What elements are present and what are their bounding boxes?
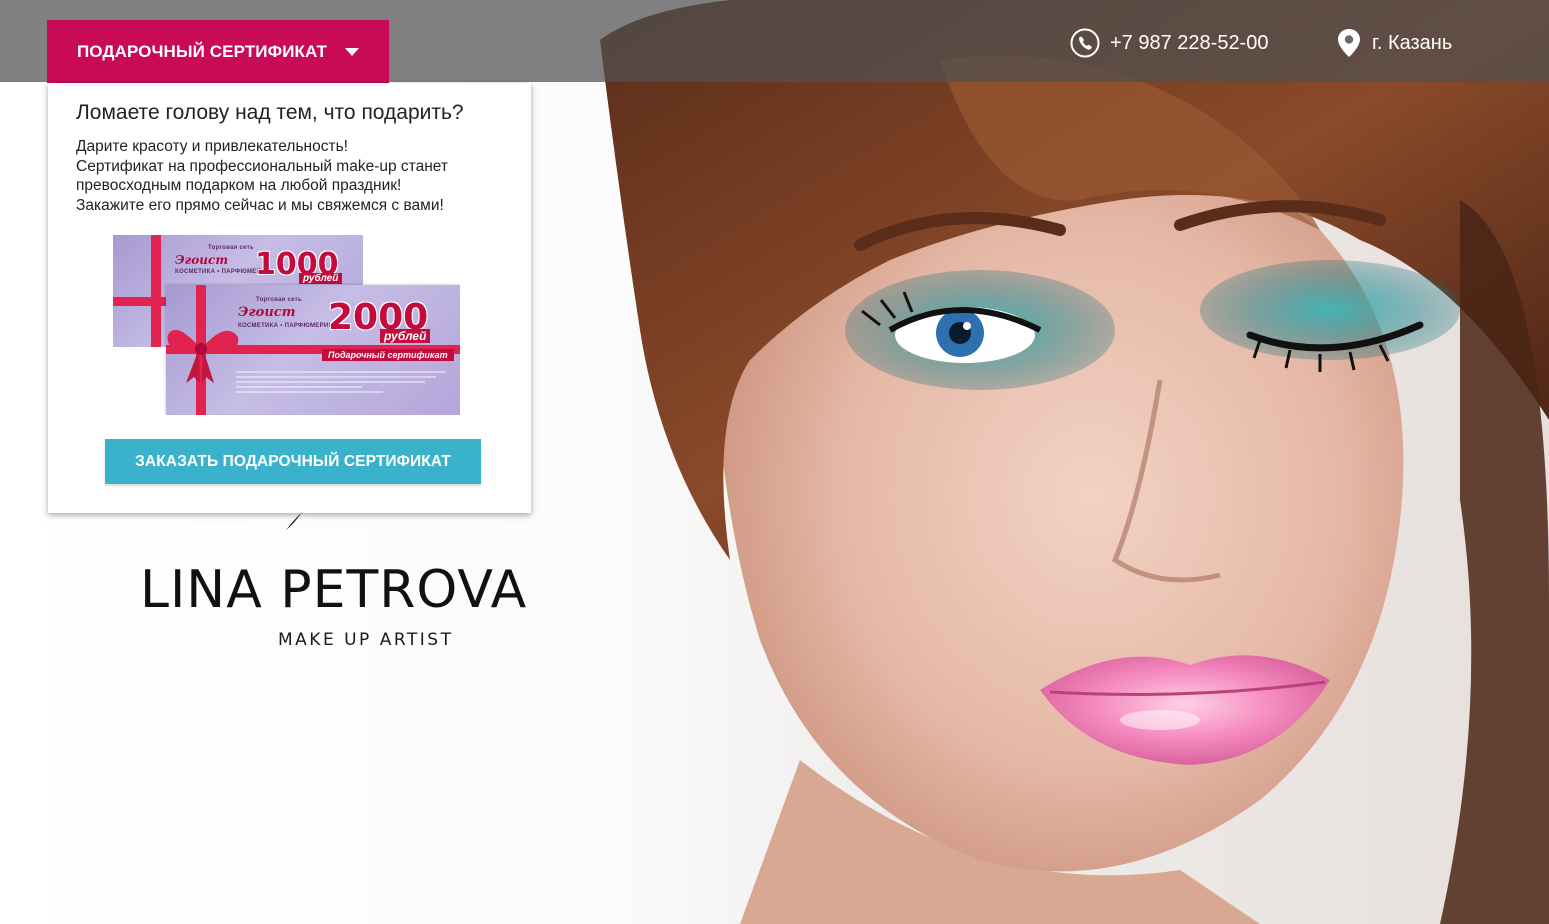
ribbon-decoration (151, 235, 161, 347)
certificate-currency: рублей (380, 329, 431, 343)
order-gift-certificate-button[interactable]: ЗАКАЗАТЬ ПОДАРОЧНЫЙ СЕРТИФИКАТ (105, 439, 481, 484)
gift-text-line: Закажите его прямо сейчас и мы свяжемся … (76, 196, 444, 214)
phone-icon (1070, 28, 1100, 58)
certificate-brand: Эгоист (175, 253, 229, 267)
phone-number: +7 987 228-52-00 (1110, 31, 1269, 54)
gift-button-label: ПОДАРОЧНЫЙ СЕРТИФИКАТ (76, 41, 328, 61)
model-portrait-image (600, 0, 1549, 924)
certificate-brand-sub: КОСМЕТИКА • ПАРФЮМЕРИЯ (238, 323, 334, 329)
city-location: г. Казань (1336, 28, 1452, 58)
certificate-currency: рублей (299, 273, 343, 284)
certificate-brand-top: Торговая сеть (256, 297, 302, 303)
gift-certificate-panel: Ломаете голову над тем, что подарить? Да… (48, 83, 531, 513)
gift-certificate-dropdown-button[interactable]: ПОДАРОЧНЫЙ СЕРТИФИКАТ (47, 20, 389, 83)
certificate-2000-image: Торговая сеть Эгоист КОСМЕТИКА • ПАРФЮМЕ… (166, 285, 460, 415)
certificate-brand: Эгоист (238, 305, 296, 320)
city-name: г. Казань (1372, 31, 1453, 54)
certificate-label: Подарочный сертификат (322, 349, 454, 361)
gift-panel-description: Дарите красоту и привлекательность! Серт… (76, 137, 531, 215)
gift-text-line: Сертификат на профессиональный make-up с… (76, 157, 448, 175)
phone-contact[interactable]: +7 987 228-52-00 (1070, 28, 1268, 58)
gift-text-line: Дарите красоту и привлекательность! (76, 138, 348, 155)
brand-tagline: MAKE UP ARTIST (278, 630, 454, 650)
brand-mark-icon (286, 512, 302, 530)
bow-decoration (167, 329, 239, 383)
certificate-fine-print (236, 371, 446, 396)
caret-down-icon (345, 47, 360, 56)
certificate-brand-top: Торговая сеть (208, 245, 254, 251)
brand-name: LINA PETROVA (140, 560, 528, 620)
gift-text-line: превосходным подарком на любой праздник! (76, 177, 402, 194)
map-pin-icon (1338, 29, 1360, 57)
gift-panel-title: Ломаете голову над тем, что подарить? (76, 101, 464, 124)
hero-section: ПОДАРОЧНЫЙ СЕРТИФИКАТ +7 987 228-52-00 г… (0, 0, 1549, 924)
